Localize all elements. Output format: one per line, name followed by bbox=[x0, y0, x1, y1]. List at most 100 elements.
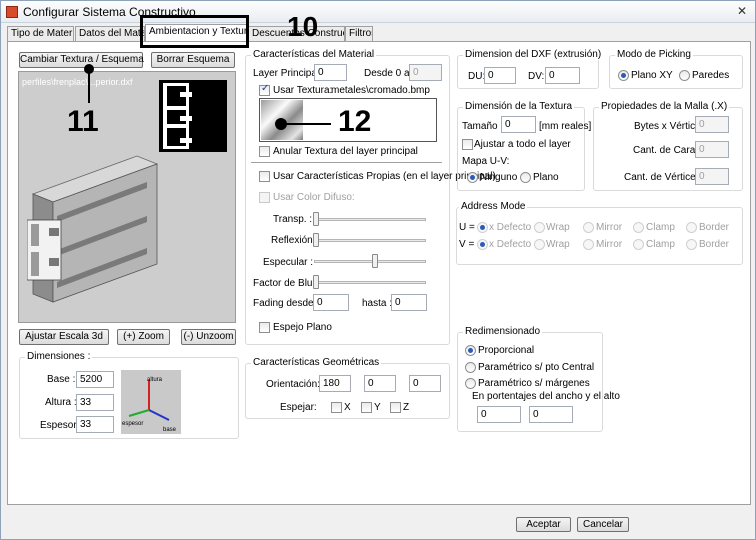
from-input[interactable]: 0 bbox=[409, 64, 442, 81]
picking-xy-label: Plano XY bbox=[631, 70, 673, 81]
mirror-z-label: Z bbox=[403, 402, 410, 413]
orientation-y-input[interactable]: 0 bbox=[364, 375, 396, 392]
vertices-count-input[interactable]: 0 bbox=[695, 168, 729, 185]
picking-walls-label: Paredes bbox=[692, 70, 730, 81]
accept-button[interactable]: Aceptar bbox=[516, 517, 571, 532]
thickness-input[interactable]: 33 bbox=[76, 416, 114, 433]
resize-value2-input[interactable]: 0 bbox=[529, 406, 573, 423]
close-icon[interactable]: ✕ bbox=[733, 3, 751, 19]
mirror-z-checkbox[interactable] bbox=[390, 402, 401, 413]
title-bar: Configurar Sistema Constructivo ✕ bbox=[1, 1, 755, 23]
blur-slider-track[interactable] bbox=[314, 281, 426, 284]
flat-mirror-label: Espejo Plano bbox=[273, 322, 332, 333]
du-label: DU: bbox=[468, 71, 486, 82]
v-wrap-radio[interactable] bbox=[534, 239, 545, 250]
faces-count-label: Cant. de Caras: bbox=[633, 145, 704, 156]
use-diffuse-checkbox[interactable] bbox=[259, 192, 270, 203]
u-mirror-label: Mirror bbox=[596, 222, 623, 233]
preview-viewport[interactable]: perfiles\frenplac\...perior.dxf bbox=[18, 71, 236, 323]
height-label: Altura : bbox=[45, 397, 77, 408]
resize-value1-input[interactable]: 0 bbox=[477, 406, 521, 423]
u-clamp-radio[interactable] bbox=[633, 222, 644, 233]
orientation-x-input[interactable]: 180 bbox=[319, 375, 351, 392]
fading-from-input[interactable]: 0 bbox=[313, 294, 349, 311]
v-default-radio[interactable] bbox=[477, 239, 488, 250]
flat-mirror-checkbox[interactable] bbox=[259, 322, 270, 333]
base-input[interactable]: 5200 bbox=[76, 371, 114, 388]
address-mode-title: Address Mode bbox=[459, 201, 528, 212]
principal-layer-input[interactable]: 0 bbox=[314, 64, 347, 81]
dv-input[interactable]: 0 bbox=[545, 67, 580, 84]
picking-walls-radio[interactable] bbox=[679, 70, 690, 81]
picking-xy-radio[interactable] bbox=[618, 70, 629, 81]
v-border-radio[interactable] bbox=[686, 239, 697, 250]
uv-plane-radio[interactable] bbox=[520, 172, 531, 183]
use-texture-checkbox[interactable] bbox=[259, 83, 270, 96]
texture-size-label: Tamaño : bbox=[462, 121, 504, 132]
du-input[interactable]: 0 bbox=[484, 67, 516, 84]
annotation-10: 10 bbox=[287, 11, 319, 42]
delete-scheme-button[interactable]: Borrar Esquema bbox=[151, 52, 235, 68]
material-separator bbox=[251, 162, 442, 163]
cancel-button[interactable]: Cancelar bbox=[577, 517, 629, 532]
u-border-radio[interactable] bbox=[686, 222, 697, 233]
use-texture-label: Usar Textura: bbox=[273, 85, 333, 96]
texture-dim-title: Dimensión de la Textura bbox=[463, 101, 575, 112]
specular-slider-track[interactable] bbox=[314, 260, 426, 263]
mirror-x-checkbox[interactable] bbox=[331, 402, 342, 413]
dv-label: DV: bbox=[528, 71, 545, 82]
texture-size-input[interactable]: 0 bbox=[501, 116, 536, 133]
tab-tipo-material[interactable]: Tipo de Material bbox=[7, 26, 74, 42]
material-title: Características del Material bbox=[251, 49, 377, 60]
orientation-z-input[interactable]: 0 bbox=[409, 375, 441, 392]
v-default-label: x Defecto bbox=[489, 239, 532, 250]
override-texture-checkbox[interactable] bbox=[259, 146, 270, 157]
annotation-12: 12 bbox=[338, 105, 372, 138]
zoom-out-button[interactable]: (-) Unzoom bbox=[181, 329, 236, 345]
mirror-y-checkbox[interactable] bbox=[361, 402, 372, 413]
u-default-label: x Defecto bbox=[489, 222, 532, 233]
tab-filtros[interactable]: Filtros bbox=[345, 26, 373, 42]
dialog-window: Configurar Sistema Constructivo ✕ Tipo d… bbox=[0, 0, 756, 540]
fading-to-input[interactable]: 0 bbox=[391, 294, 427, 311]
v-border-label: Border bbox=[699, 239, 730, 250]
annotation-line-12 bbox=[285, 123, 331, 125]
resize-title: Redimensionado bbox=[463, 326, 543, 337]
blur-label: Factor de Blur: bbox=[253, 278, 319, 289]
from-label: Desde 0 a bbox=[364, 68, 410, 79]
v-clamp-radio[interactable] bbox=[633, 239, 644, 250]
own-properties-checkbox[interactable] bbox=[259, 171, 270, 182]
v-mirror-radio[interactable] bbox=[583, 239, 594, 250]
reflection-slider-track[interactable] bbox=[314, 239, 426, 242]
u-clamp-label: Clamp bbox=[646, 222, 675, 233]
uv-none-radio[interactable] bbox=[467, 172, 478, 183]
preview-path: perfiles\frenplac\...perior.dxf bbox=[22, 77, 133, 87]
reflection-slider-thumb[interactable] bbox=[313, 233, 319, 247]
transparency-slider-track[interactable] bbox=[314, 218, 426, 221]
u-mirror-radio[interactable] bbox=[583, 222, 594, 233]
faces-count-input[interactable]: 0 bbox=[695, 141, 729, 158]
resize-proportional-radio[interactable] bbox=[465, 345, 476, 356]
v-mirror-label: Mirror bbox=[596, 239, 623, 250]
zoom-in-button[interactable]: (+) Zoom bbox=[117, 329, 170, 345]
axis-gizmo: altura espesor base bbox=[121, 370, 181, 434]
height-input[interactable]: 33 bbox=[76, 394, 114, 411]
mesh-title: Propiedades de la Malla (.X) bbox=[599, 101, 730, 112]
resize-margins-radio[interactable] bbox=[465, 378, 476, 389]
app-icon bbox=[6, 6, 18, 18]
bytes-vertex-input[interactable]: 0 bbox=[695, 116, 729, 133]
blur-slider-thumb[interactable] bbox=[313, 275, 319, 289]
tab-datos-material[interactable]: Datos del Material bbox=[75, 26, 145, 42]
specular-slider-thumb[interactable] bbox=[372, 254, 378, 268]
u-wrap-radio[interactable] bbox=[534, 222, 545, 233]
uv-plane-label: Plano bbox=[533, 172, 559, 183]
change-texture-button[interactable]: Cambiar Textura / Esquema bbox=[19, 52, 144, 68]
adjust-scale-button[interactable]: Ajustar Escala 3d bbox=[19, 329, 109, 345]
u-default-radio[interactable] bbox=[477, 222, 488, 233]
transparency-slider-thumb[interactable] bbox=[313, 212, 319, 226]
resize-center-radio[interactable] bbox=[465, 362, 476, 373]
resize-note: En portentajes del ancho y el alto bbox=[472, 391, 620, 402]
fit-layer-checkbox[interactable] bbox=[462, 139, 473, 150]
dimensions-title: Dimensiones : bbox=[25, 351, 93, 362]
v-clamp-label: Clamp bbox=[646, 239, 675, 250]
